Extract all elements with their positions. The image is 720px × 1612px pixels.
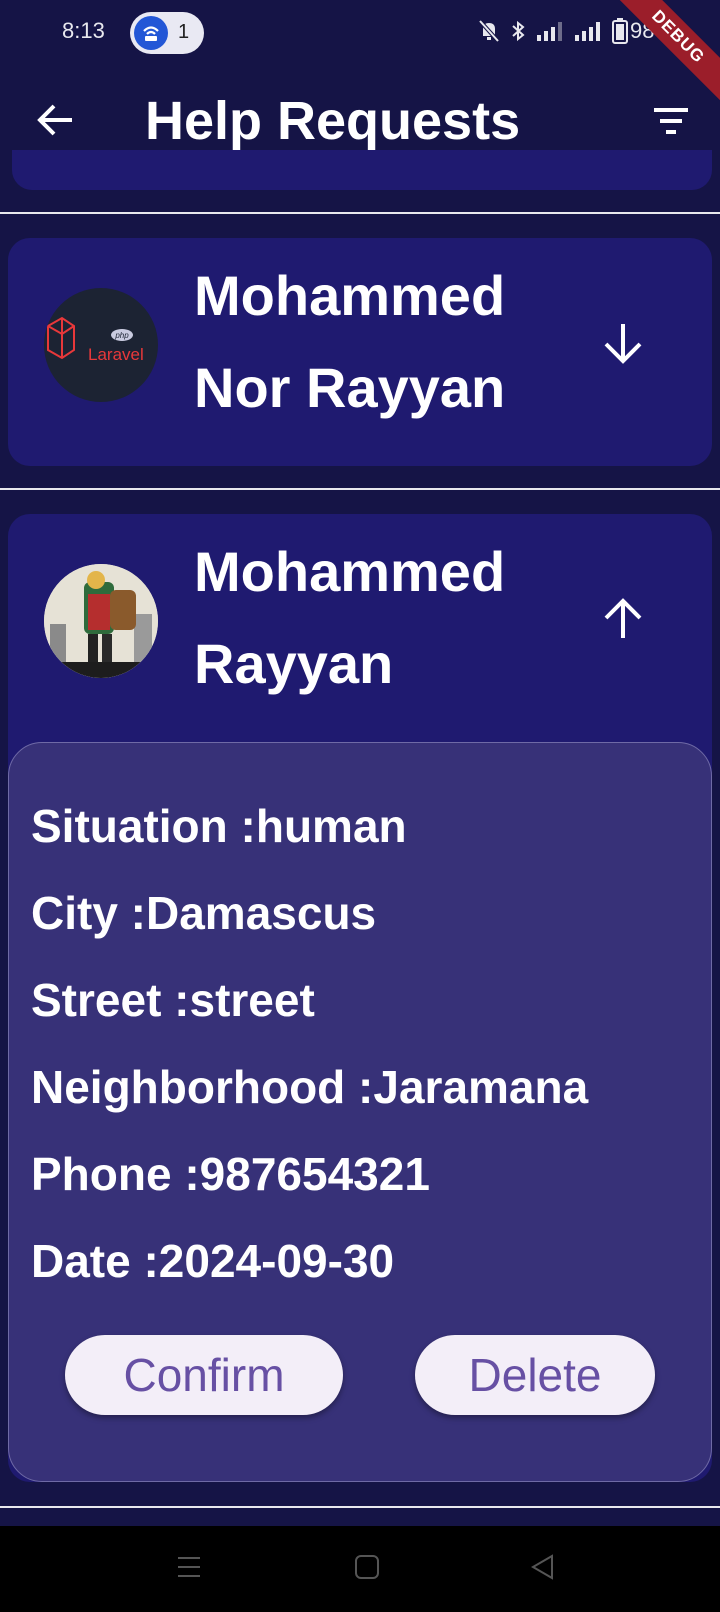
name-line-1: Mohammed bbox=[194, 264, 506, 327]
delete-button[interactable]: Delete bbox=[415, 1335, 655, 1415]
divider bbox=[0, 1506, 720, 1508]
requester-name: Mohammed Rayyan bbox=[194, 526, 505, 710]
status-icons bbox=[478, 17, 628, 49]
laravel-logo-icon: php Laravel bbox=[47, 316, 144, 364]
detail-date: Date :2024-09-30 bbox=[31, 1235, 395, 1287]
avatar: php Laravel bbox=[44, 288, 158, 402]
previous-request-card[interactable] bbox=[12, 150, 712, 190]
back-arrow-icon[interactable] bbox=[36, 100, 76, 140]
mute-icon bbox=[478, 19, 500, 48]
request-details-panel: Situation :human City :Damascus Street :… bbox=[8, 742, 712, 1482]
signal-icon-2 bbox=[574, 20, 602, 47]
name-line-1: Mohammed bbox=[194, 540, 506, 603]
recent-apps-icon[interactable] bbox=[176, 1554, 202, 1580]
php-badge: php bbox=[114, 331, 129, 340]
hotspot-count: 1 bbox=[178, 21, 190, 43]
detail-neighborhood: Neighborhood :Jaramana bbox=[31, 1061, 589, 1113]
battery-icon bbox=[612, 17, 628, 49]
name-line-2: Nor Rayyan bbox=[194, 356, 506, 419]
filter-icon[interactable] bbox=[652, 104, 690, 138]
signal-icon-1 bbox=[536, 20, 564, 47]
expand-arrow-down-icon[interactable] bbox=[600, 320, 646, 366]
divider bbox=[0, 212, 720, 214]
detail-city: City :Damascus bbox=[31, 887, 377, 939]
divider bbox=[0, 488, 720, 490]
system-nav-bar bbox=[0, 1526, 720, 1612]
detail-situation: Situation :human bbox=[31, 800, 407, 852]
collapse-arrow-up-icon[interactable] bbox=[600, 596, 646, 642]
detail-phone: Phone :987654321 bbox=[31, 1148, 430, 1200]
request-card[interactable]: php Laravel Mohammed Nor Rayyan bbox=[8, 238, 712, 466]
status-bar: 8:13 1 DEBUG bbox=[0, 0, 720, 105]
page-title: Help Requests bbox=[145, 91, 521, 151]
confirm-button[interactable]: Confirm bbox=[65, 1335, 343, 1415]
home-icon[interactable] bbox=[354, 1554, 380, 1580]
avatar-illustration bbox=[44, 564, 158, 678]
detail-street: Street :street bbox=[31, 974, 315, 1026]
back-nav-icon[interactable] bbox=[530, 1554, 556, 1580]
avatar bbox=[44, 564, 158, 678]
requester-name: Mohammed Nor Rayyan bbox=[194, 250, 505, 434]
laravel-label: Laravel bbox=[88, 345, 144, 364]
hotspot-icon bbox=[134, 16, 168, 50]
bluetooth-icon bbox=[510, 19, 526, 48]
hotspot-indicator: 1 bbox=[130, 12, 204, 54]
status-time: 8:13 bbox=[62, 18, 105, 43]
name-line-2: Rayyan bbox=[194, 632, 394, 695]
